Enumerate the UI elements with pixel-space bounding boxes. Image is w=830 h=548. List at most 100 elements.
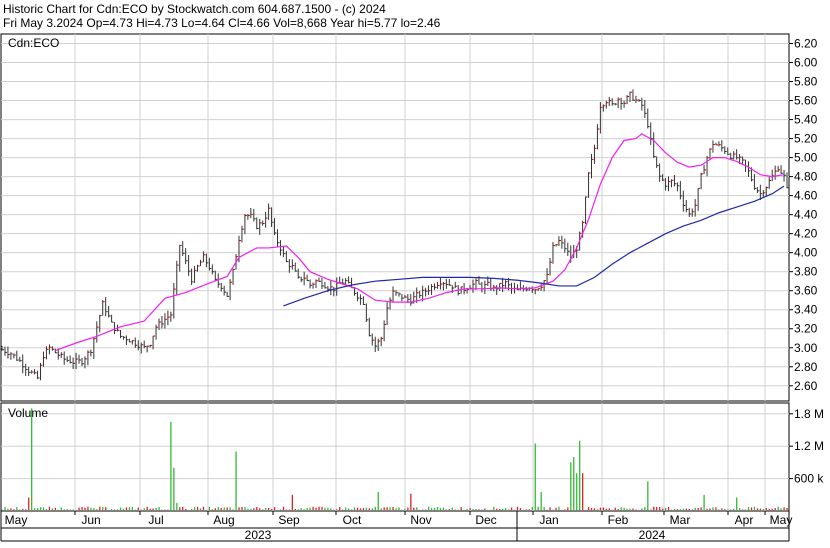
month-label: Nov — [410, 513, 431, 527]
volume-bar — [609, 508, 610, 510]
volume-bar — [766, 508, 767, 510]
price-tick-label: 2.80 — [794, 360, 818, 374]
volume-bar — [40, 507, 41, 510]
volume-bar — [626, 509, 627, 510]
price-tick-label: 3.00 — [794, 341, 818, 355]
month-label: Jun — [81, 513, 100, 527]
volume-bar — [434, 508, 435, 510]
volume-tick-label: 600 k — [794, 472, 824, 486]
volume-bar — [327, 508, 328, 510]
volume-bar — [653, 507, 654, 510]
volume-bar — [783, 507, 784, 510]
volume-bar — [499, 509, 500, 510]
volume-bar — [144, 508, 145, 510]
volume-bar — [52, 508, 53, 510]
volume-bar — [677, 509, 678, 510]
volume-bar — [712, 507, 713, 510]
volume-bar — [185, 509, 186, 510]
volume-bar — [641, 509, 642, 510]
volume-bar — [150, 509, 151, 510]
volume-bar — [7, 509, 8, 510]
volume-bar — [138, 508, 139, 510]
volume-bar — [668, 507, 669, 510]
volume-bar — [786, 508, 787, 510]
price-tick-label: 3.40 — [794, 303, 818, 317]
volume-bar — [437, 507, 438, 510]
month-label: Aug — [213, 513, 234, 527]
volume-bar — [339, 507, 340, 510]
month-label: Jul — [148, 513, 163, 527]
volume-bar — [582, 473, 583, 510]
volume-bar — [721, 508, 722, 510]
volume-bar — [493, 507, 494, 510]
volume-bar — [212, 509, 213, 510]
volume-bar — [324, 508, 325, 510]
chart-title-line1: Historic Chart for Cdn:ECO by Stockwatch… — [3, 2, 386, 16]
volume-bar — [126, 508, 127, 510]
volume-bar — [475, 509, 476, 510]
price-tick-label: 2.60 — [794, 379, 818, 393]
volume-bar — [22, 509, 23, 510]
volume-bar — [330, 508, 331, 510]
volume-bar — [238, 507, 239, 510]
volume-bar — [715, 507, 716, 510]
volume-bar — [600, 508, 601, 510]
volume-bar — [72, 509, 73, 510]
month-label: Apr — [735, 513, 754, 527]
volume-bar — [298, 509, 299, 510]
volume-bar — [111, 509, 112, 510]
volume-bar — [730, 509, 731, 510]
volume-bar — [484, 509, 485, 510]
volume-bar — [218, 507, 219, 510]
volume-tick-label: 1.2 M — [794, 439, 824, 453]
volume-bar — [360, 508, 361, 510]
volume-bar — [466, 509, 467, 510]
volume-bar — [389, 507, 390, 510]
price-tick-label: 3.60 — [794, 284, 818, 298]
price-tick-label: 5.80 — [794, 75, 818, 89]
volume-bar — [336, 509, 337, 510]
volume-bar — [398, 507, 399, 510]
volume-bar — [224, 507, 225, 510]
volume-bar — [392, 507, 393, 510]
volume-bar — [90, 508, 91, 510]
volume-bar — [395, 508, 396, 510]
volume-bar — [623, 508, 624, 510]
volume-bar — [591, 508, 592, 510]
volume-bar — [517, 507, 518, 510]
volume-bar — [452, 508, 453, 510]
volume-bar — [695, 508, 696, 510]
volume-bar — [152, 509, 153, 510]
volume-bar — [67, 509, 68, 510]
volume-bar — [102, 507, 103, 510]
volume-bar — [686, 509, 687, 510]
volume-bar — [461, 507, 462, 510]
volume-bar — [739, 508, 740, 510]
volume-bar — [502, 509, 503, 510]
volume-bar — [354, 507, 355, 510]
volume-bar — [647, 481, 648, 510]
volume-bar — [772, 509, 773, 510]
volume-bar — [16, 507, 17, 510]
month-label: Feb — [608, 513, 629, 527]
volume-bar — [345, 507, 346, 510]
volume-bar — [229, 507, 230, 510]
volume-bar — [241, 507, 242, 510]
volume-bar — [404, 509, 405, 510]
volume-bar — [535, 444, 536, 511]
volume-bar — [129, 507, 130, 510]
volume-bar — [742, 509, 743, 510]
volume-bar — [268, 508, 269, 510]
volume-bar — [541, 492, 542, 510]
volume-bar — [253, 508, 254, 510]
volume-bar — [526, 509, 527, 510]
volume-bar — [81, 507, 82, 510]
volume-bar — [780, 508, 781, 510]
volume-bar — [594, 508, 595, 510]
price-tick-label: 4.40 — [794, 208, 818, 222]
volume-bar — [431, 508, 432, 510]
volume-bar — [209, 507, 210, 510]
volume-bar — [321, 507, 322, 510]
volume-bar — [357, 508, 358, 510]
volume-bar — [588, 507, 589, 510]
